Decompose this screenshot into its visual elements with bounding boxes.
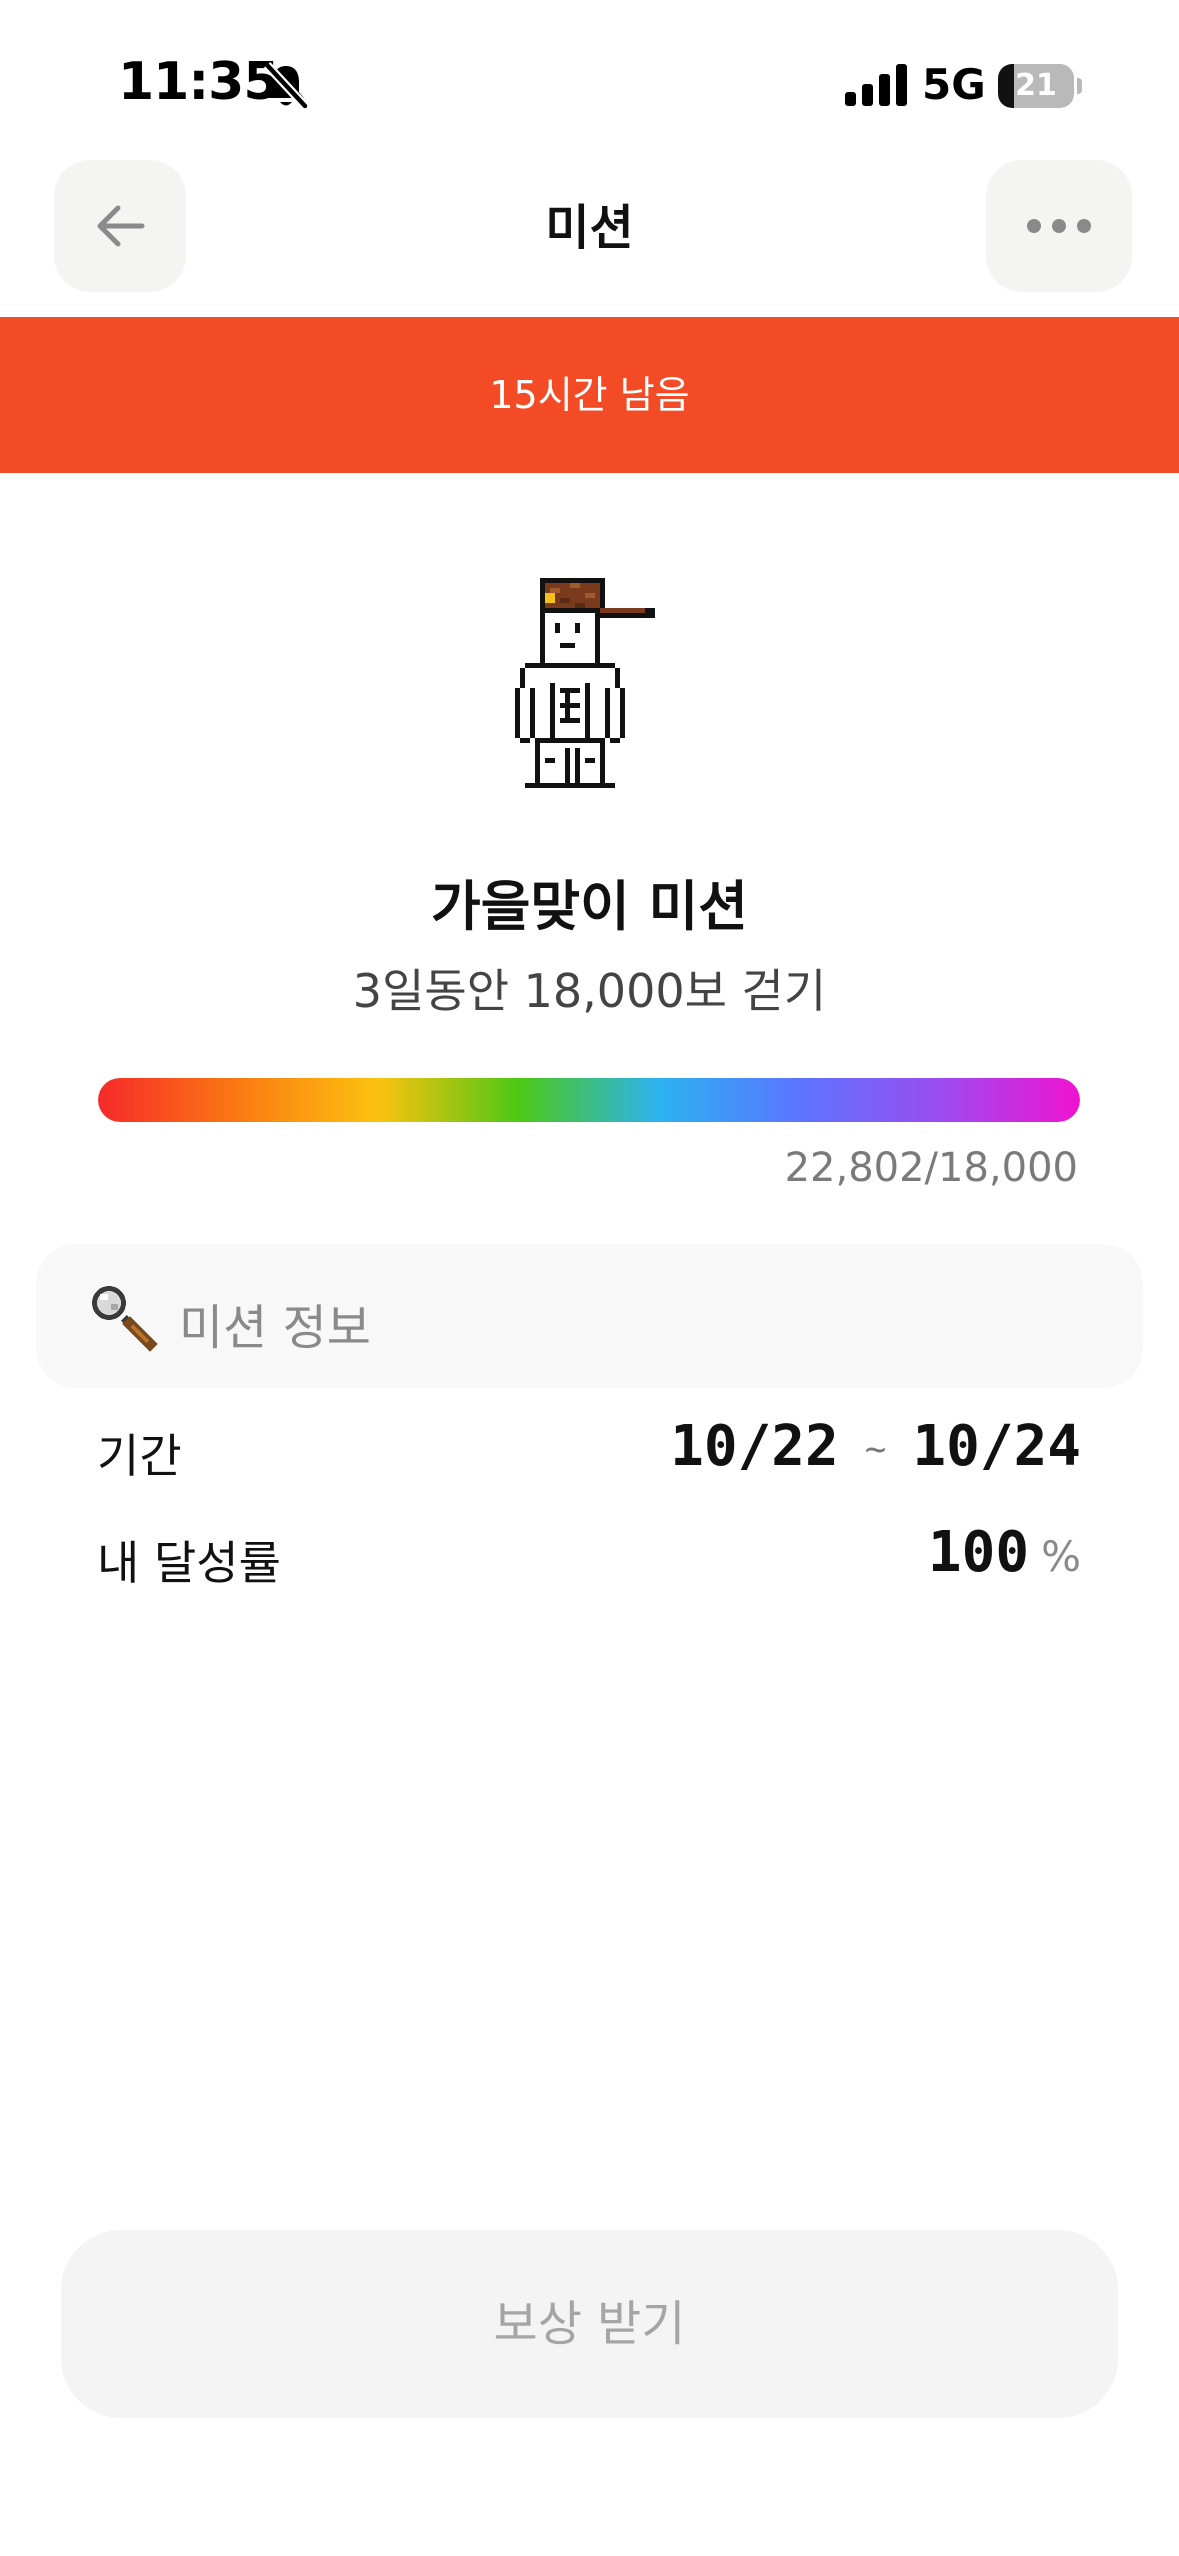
pixel-character-illustration: [515, 578, 655, 788]
mission-info-header: 미션 정보: [36, 1244, 1143, 1388]
mission-description: 3일동안 18,000보 걷기: [352, 964, 827, 1018]
period-separator: ~: [864, 1429, 887, 1471]
bell-muted-icon: [263, 61, 309, 110]
period-end: 10/24: [912, 1414, 1081, 1479]
achievement-rate-value: 100%: [928, 1520, 1081, 1585]
more-horizontal-icon: [1027, 219, 1091, 233]
progress-fill: [98, 1078, 1080, 1122]
battery-icon: 21: [998, 64, 1082, 108]
progress-count: 22,802/18,000: [784, 1145, 1078, 1191]
more-button[interactable]: [986, 160, 1132, 292]
status-bar: 11:35 5G 21: [0, 0, 1179, 150]
claim-reward-label: 보상 받기: [493, 2296, 686, 2352]
time-remaining-text: 15시간 남음: [489, 373, 690, 417]
period-value: 10/22 ~10/24: [670, 1414, 1081, 1479]
mission-info-label: 미션 정보: [179, 1300, 371, 1356]
claim-reward-button[interactable]: 보상 받기: [61, 2230, 1118, 2418]
progress-bar: [98, 1078, 1080, 1122]
signal-icon: [845, 64, 907, 106]
mission-title: 가을맞이 미션: [431, 875, 748, 938]
network-label: 5G: [922, 60, 986, 109]
achievement-rate-unit: %: [1041, 1532, 1081, 1581]
period-label: 기간: [97, 1429, 182, 1483]
period-start: 10/22: [670, 1414, 839, 1479]
status-time: 11:35: [118, 52, 280, 112]
achievement-rate-label: 내 달성률: [97, 1536, 281, 1590]
time-remaining-banner: 15시간 남음: [0, 317, 1179, 473]
achievement-rate-number: 100: [927, 1520, 1030, 1585]
battery-percent: 21: [1015, 68, 1057, 103]
magnifier-icon: [92, 1286, 158, 1352]
